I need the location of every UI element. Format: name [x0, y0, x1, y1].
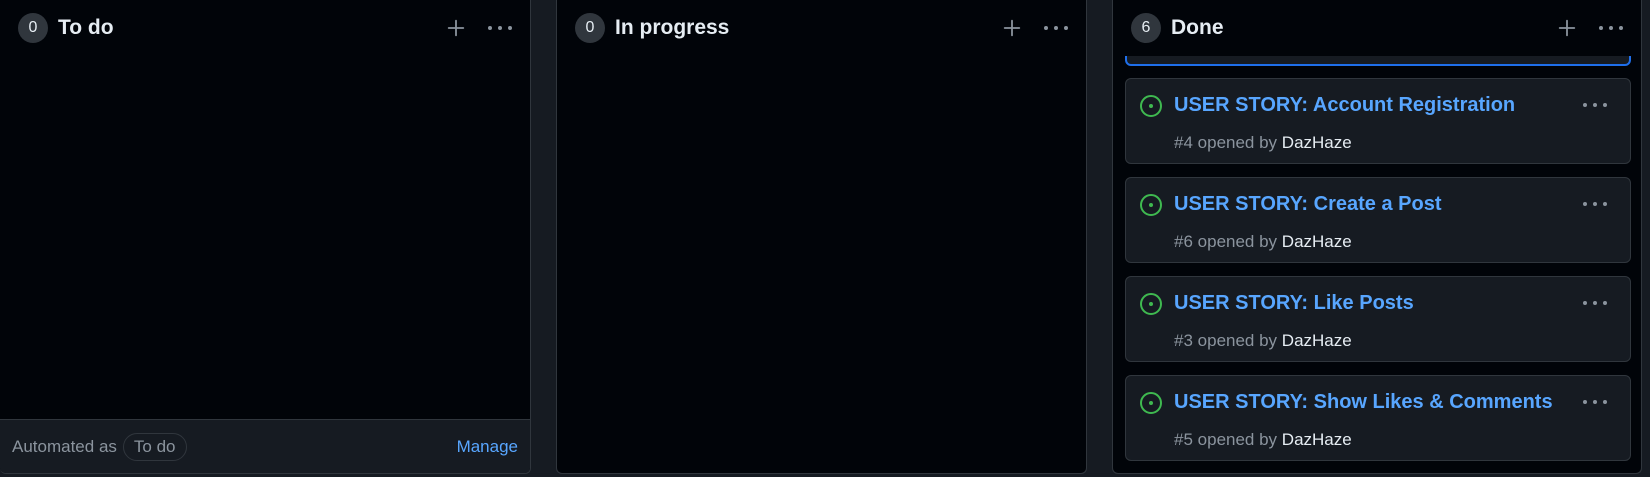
automated-as-label: Automated as: [12, 436, 117, 456]
plus-icon: [447, 19, 465, 37]
column-title: To do: [58, 16, 114, 39]
issue-opened-by-label: opened by: [1197, 331, 1278, 350]
issue-meta: #3 opened by DazHaze: [1174, 331, 1352, 351]
kebab-horizontal-icon: [1583, 301, 1607, 305]
kebab-horizontal-icon: [488, 26, 512, 30]
issue-author-link[interactable]: DazHaze: [1282, 133, 1352, 152]
kebab-horizontal-icon: [1583, 202, 1607, 206]
issue-card[interactable]: USER STORY: Create a Post #6 opened by D…: [1125, 177, 1631, 263]
automation-preset-badge: To do: [122, 432, 187, 461]
issue-number: #3: [1174, 331, 1193, 350]
issue-meta: #5 opened by DazHaze: [1174, 430, 1352, 450]
issue-opened-by-label: opened by: [1197, 430, 1278, 449]
issue-number: #5: [1174, 430, 1193, 449]
issue-opened-icon: [1140, 95, 1162, 117]
issue-card[interactable]: USER STORY: Like Posts #3 opened by DazH…: [1125, 276, 1631, 362]
column-header: 6 Done: [1113, 0, 1641, 56]
column-count-badge: 6: [1131, 13, 1161, 43]
column-done: 6 Done USER STORY: Account Registration …: [1112, 0, 1642, 474]
card-menu-button[interactable]: [1580, 93, 1610, 117]
column-header: 0 In progress: [557, 0, 1086, 56]
issue-meta: #4 opened by DazHaze: [1174, 133, 1352, 153]
issue-opened-icon: [1140, 392, 1162, 414]
issue-number: #4: [1174, 133, 1193, 152]
kebab-horizontal-icon: [1044, 26, 1068, 30]
card-menu-button[interactable]: [1580, 291, 1610, 315]
column-count-badge: 0: [575, 13, 605, 43]
column-title: Done: [1171, 16, 1224, 39]
issue-title-link[interactable]: USER STORY: Create a Post: [1174, 193, 1441, 216]
project-board: 0 To do Automated as To do Manage 0 In p…: [0, 0, 1650, 477]
manage-automation-link[interactable]: Manage: [457, 437, 518, 457]
column-title: In progress: [615, 16, 730, 39]
issue-title-link[interactable]: USER STORY: Account Registration: [1174, 94, 1515, 117]
card-menu-button[interactable]: [1580, 390, 1610, 414]
column-menu-button[interactable]: [486, 14, 514, 42]
issue-opened-icon: [1140, 293, 1162, 315]
column-automation-footer: Automated as To do Manage: [0, 419, 530, 473]
issue-title-link[interactable]: USER STORY: Show Likes & Comments: [1174, 391, 1553, 414]
issue-card[interactable]: USER STORY: Show Likes & Comments #5 ope…: [1125, 375, 1631, 461]
issue-author-link[interactable]: DazHaze: [1282, 232, 1352, 251]
kebab-horizontal-icon: [1583, 400, 1607, 404]
kebab-horizontal-icon: [1599, 26, 1623, 30]
plus-icon: [1003, 19, 1021, 37]
add-card-button[interactable]: [442, 14, 470, 42]
kebab-horizontal-icon: [1583, 103, 1607, 107]
issue-author-link[interactable]: DazHaze: [1282, 430, 1352, 449]
column-menu-button[interactable]: [1042, 14, 1070, 42]
issue-title-link[interactable]: USER STORY: Like Posts: [1174, 292, 1414, 315]
issue-number: #6: [1174, 232, 1193, 251]
issue-meta: #6 opened by DazHaze: [1174, 232, 1352, 252]
plus-icon: [1558, 19, 1576, 37]
issue-card[interactable]: USER STORY: Account Registration #4 open…: [1125, 78, 1631, 164]
column-in-progress: 0 In progress: [556, 0, 1087, 474]
issue-author-link[interactable]: DazHaze: [1282, 331, 1352, 350]
column-menu-button[interactable]: [1597, 14, 1625, 42]
issue-opened-by-label: opened by: [1197, 232, 1278, 251]
add-card-button[interactable]: [998, 14, 1026, 42]
card-list[interactable]: USER STORY: Account Registration #4 open…: [1125, 36, 1631, 473]
card-menu-button[interactable]: [1580, 192, 1610, 216]
column-count-badge: 0: [18, 13, 48, 43]
column-header: 0 To do: [0, 0, 530, 56]
add-card-button[interactable]: [1553, 14, 1581, 42]
issue-opened-by-label: opened by: [1197, 133, 1278, 152]
issue-opened-icon: [1140, 194, 1162, 216]
column-todo: 0 To do Automated as To do Manage: [0, 0, 531, 474]
